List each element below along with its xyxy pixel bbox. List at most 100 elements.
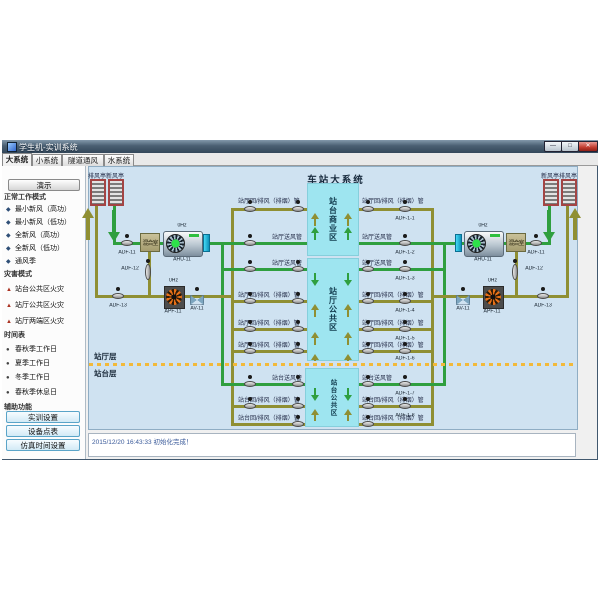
mixing-chamber: 混合室 bbox=[506, 233, 526, 252]
sidebar-item-hall-fire[interactable]: ▲站厅公共区火灾 bbox=[6, 300, 64, 310]
ahu-fan-icon bbox=[163, 231, 203, 257]
clock-icon: ● bbox=[6, 390, 15, 396]
flow-arrow-icon bbox=[311, 213, 319, 226]
duct-label: 站厅送风管 bbox=[362, 232, 392, 241]
damper-icon bbox=[362, 320, 374, 335]
device-label: ADF-12 bbox=[119, 266, 141, 271]
device-label: ADF-1-1 bbox=[394, 216, 416, 221]
clock-icon: ● bbox=[6, 347, 15, 353]
close-button[interactable]: ✕ bbox=[578, 141, 598, 152]
flow-arrow-icon bbox=[311, 354, 319, 361]
tab-small-system[interactable]: 小系统 bbox=[32, 154, 62, 166]
damper-icon bbox=[244, 375, 256, 390]
flow-arrow-icon bbox=[344, 227, 352, 240]
sidebar-item-springfall-workday[interactable]: ●春秋季工作日 bbox=[6, 344, 57, 354]
flow-arrow-icon bbox=[344, 409, 352, 421]
device-label: ADF-12 bbox=[523, 266, 545, 271]
damper-icon bbox=[362, 375, 374, 390]
damper-icon bbox=[399, 375, 411, 390]
sidebar-item-vent-season[interactable]: ◆通风季 bbox=[6, 256, 36, 266]
damper-icon bbox=[292, 200, 304, 215]
damper-icon bbox=[399, 397, 411, 412]
device-label: AHU-11 bbox=[467, 257, 499, 262]
damper-icon bbox=[399, 342, 411, 357]
fan-speed-label: 0Hz bbox=[166, 223, 198, 228]
flow-arrow-icon bbox=[344, 388, 352, 401]
fan-mode-icon: ◆ bbox=[6, 245, 15, 252]
duct-label: 站台回/排风（排烟）管 bbox=[238, 413, 300, 422]
device-label: ADF-1-4 bbox=[394, 308, 416, 313]
app-icon bbox=[7, 142, 17, 152]
damper-icon bbox=[362, 200, 374, 215]
device-label: APF-11 bbox=[162, 309, 184, 314]
fire-icon: ▲ bbox=[6, 303, 15, 309]
maximize-button[interactable]: □ bbox=[561, 141, 579, 152]
tab-tunnel-vent[interactable]: 隧道通风 bbox=[62, 154, 104, 166]
damper-icon bbox=[244, 260, 256, 275]
butterfly-valve-icon bbox=[190, 287, 204, 306]
butterfly-valve-icon bbox=[456, 287, 470, 306]
log-message: 2015/12/20 16:43:33 初始化完成！ bbox=[92, 436, 192, 446]
damper-icon bbox=[244, 397, 256, 412]
fan-speed-label: 0Hz bbox=[165, 278, 181, 283]
training-settings-button[interactable]: 实训设置 bbox=[6, 411, 80, 423]
device-label: ADF-11 bbox=[525, 250, 547, 255]
device-label: ADF-1-6 bbox=[394, 356, 416, 361]
fan-speed-label: 0Hz bbox=[467, 223, 499, 228]
damper-icon bbox=[292, 260, 304, 275]
sidebar-item-allfresh-low[interactable]: ◆全新风（低功） bbox=[6, 243, 64, 253]
damper-icon bbox=[362, 260, 374, 275]
damper-icon bbox=[292, 397, 304, 412]
sim-time-settings-button[interactable]: 仿真时间设置 bbox=[6, 439, 80, 451]
sidebar-item-platform-fire[interactable]: ▲站台公共区火灾 bbox=[6, 284, 64, 294]
flow-arrow-icon bbox=[344, 273, 352, 286]
sidebar-item-allfresh-high[interactable]: ◆全新风（高功） bbox=[6, 230, 64, 240]
device-label: ADF-13 bbox=[532, 303, 554, 308]
damper-icon bbox=[244, 200, 256, 215]
floor-label-platform: 站台层 bbox=[94, 368, 117, 379]
sidebar-item-hall-ends-fire[interactable]: ▲站厅两端区火灾 bbox=[6, 316, 64, 326]
damper-icon bbox=[292, 415, 304, 430]
sidebar-item-springfall-restday[interactable]: ●春秋季休息日 bbox=[6, 387, 57, 397]
flow-arrow-icon bbox=[344, 354, 352, 361]
tab-big-system[interactable]: 大系统 bbox=[2, 153, 32, 166]
sidebar-item-minfresh-low[interactable]: ◆最小新风（低功） bbox=[6, 217, 71, 227]
device-label: ADF-13 bbox=[107, 303, 129, 308]
fresh-air-damper-icon bbox=[121, 234, 133, 249]
device-label: AV-11 bbox=[186, 306, 208, 311]
flow-arrow-icon bbox=[311, 388, 319, 401]
fan-mode-icon: ◆ bbox=[6, 219, 15, 226]
damper-icon bbox=[399, 320, 411, 335]
duct-label: 站厅送风管 bbox=[272, 232, 302, 241]
sidebar-item-winter-workday[interactable]: ●冬季工作日 bbox=[6, 372, 50, 382]
device-label: ADF-1-7 bbox=[394, 391, 416, 396]
flow-arrow-icon bbox=[344, 304, 352, 317]
exhaust-fan-icon bbox=[164, 286, 185, 309]
damper-icon bbox=[292, 320, 304, 335]
flow-arrow-icon bbox=[543, 210, 555, 242]
device-label: APF-11 bbox=[481, 309, 503, 314]
flow-arrow-icon bbox=[311, 332, 319, 345]
sidebar-item-summer-workday[interactable]: ●夏季工作日 bbox=[6, 358, 50, 368]
fan-mode-icon: ◆ bbox=[6, 206, 15, 213]
damper-icon bbox=[362, 415, 374, 430]
damper-icon bbox=[244, 320, 256, 335]
damper-icon bbox=[362, 397, 374, 412]
flow-arrow-icon bbox=[82, 208, 94, 240]
damper-icon bbox=[362, 342, 374, 357]
minimize-button[interactable]: — bbox=[544, 141, 562, 152]
damper-icon bbox=[537, 287, 549, 302]
tab-water-system[interactable]: 水系统 bbox=[104, 154, 134, 166]
sidebar-item-minfresh-high[interactable]: ◆最小新风（高功） bbox=[6, 204, 71, 214]
device-point-table-button[interactable]: 设备点表 bbox=[6, 425, 80, 437]
device-label: ADF-11 bbox=[116, 250, 138, 255]
flow-arrow-icon bbox=[311, 227, 319, 240]
device-label: ADF-1-2 bbox=[394, 250, 416, 255]
demo-button[interactable]: 演示 bbox=[8, 179, 80, 191]
floor-label-hall: 站厅层 bbox=[94, 351, 117, 362]
exhaust-trunk-line bbox=[431, 208, 434, 426]
device-label: ADF-1-8 bbox=[394, 413, 416, 418]
device-label: ADF-1-3 bbox=[394, 276, 416, 281]
damper-icon bbox=[399, 260, 411, 275]
damper-icon bbox=[292, 292, 304, 307]
